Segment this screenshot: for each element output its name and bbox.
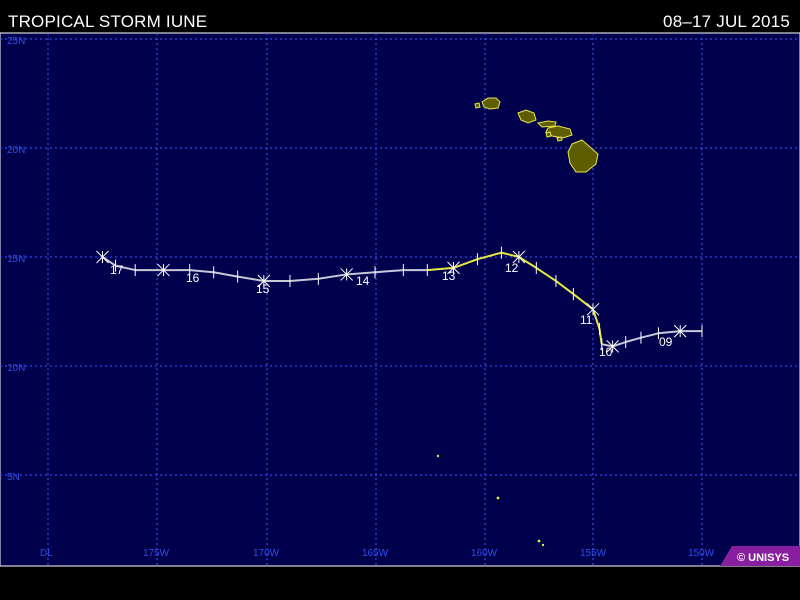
island-niihau (474, 102, 481, 109)
day-label: 15 (256, 282, 270, 296)
lat-label: 25N (7, 36, 25, 47)
day-label: 09 (659, 335, 673, 349)
copyright-text: © UNISYS (737, 552, 789, 564)
day-label: 14 (356, 274, 370, 288)
day-label: 13 (442, 269, 456, 283)
lat-label: 20N (7, 145, 25, 156)
lon-label: 150W (688, 548, 715, 559)
copyright-badge: © UNISYS (720, 546, 800, 566)
lon-label: 155W (580, 548, 607, 559)
day-label: 16 (186, 271, 200, 285)
lon-label: DL (40, 548, 53, 559)
day-label: 12 (505, 261, 519, 275)
storm-track-map: 25N 20N 15N 10N 5N DL 175W 170W 165W 160… (0, 32, 800, 567)
lon-label: 165W (362, 548, 389, 559)
atoll-dot (496, 496, 500, 500)
lon-label: 170W (253, 548, 280, 559)
atoll-dot (436, 454, 440, 458)
map-panel (0, 32, 800, 567)
island-kauai (481, 97, 501, 110)
lat-label: 10N (7, 363, 25, 374)
lon-label: 175W (143, 548, 170, 559)
atoll-dot (537, 539, 541, 543)
day-label: 11 (580, 313, 593, 327)
island-kahoolawe (556, 136, 563, 142)
lon-label: 160W (471, 548, 498, 559)
day-label: 10 (599, 345, 613, 359)
island-lanai (545, 131, 552, 138)
atoll-dot (541, 543, 545, 547)
lat-label: 15N (7, 254, 25, 265)
lat-label: 5N (7, 472, 20, 483)
day-label: 17 (110, 263, 124, 277)
